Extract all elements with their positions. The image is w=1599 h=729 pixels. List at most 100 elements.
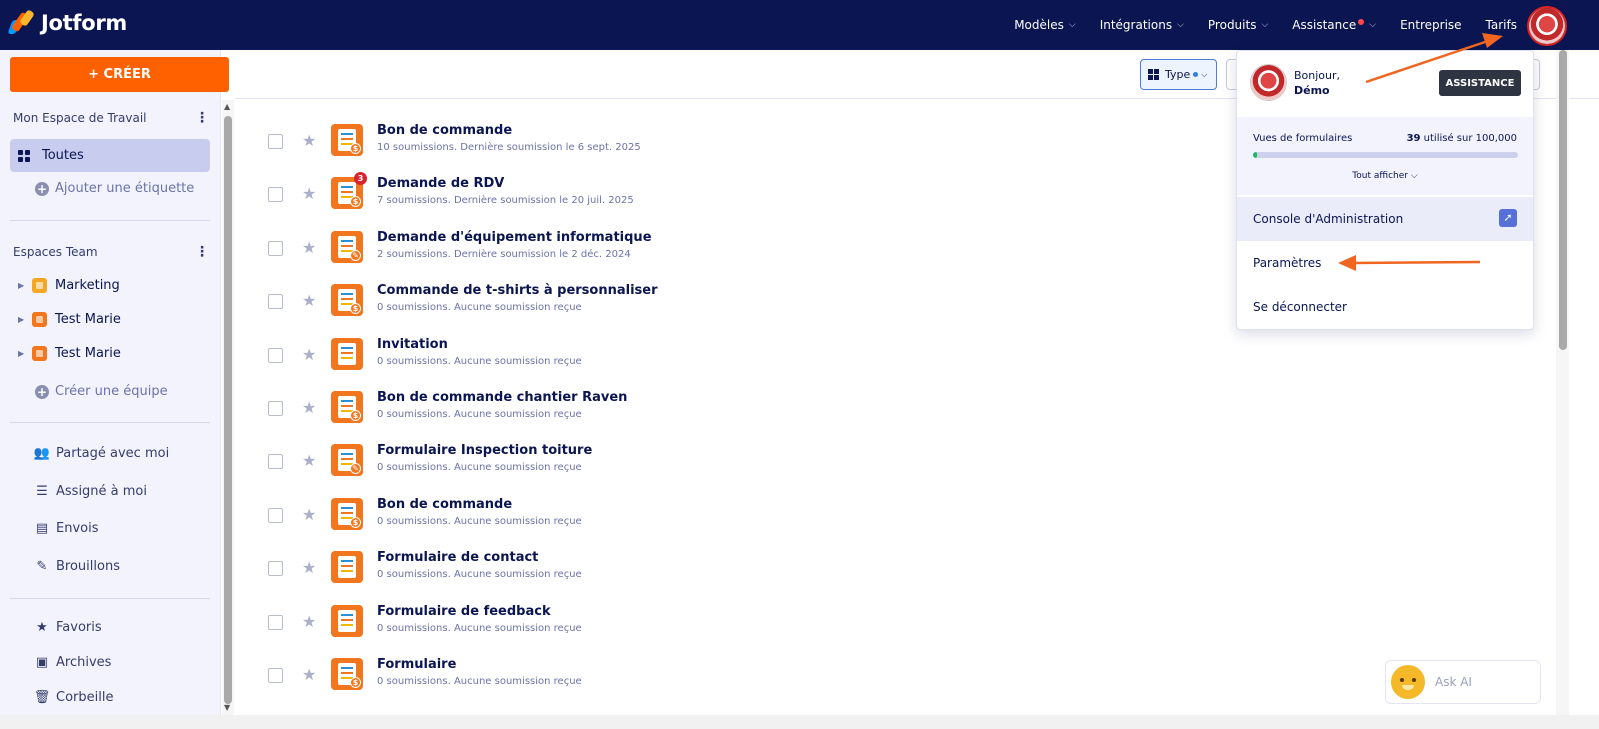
form-checkbox[interactable] [268, 454, 283, 469]
caret-right-icon[interactable]: ▶ [18, 281, 32, 290]
form-checkbox[interactable] [268, 348, 283, 363]
add-tag-label: Ajouter une étiquette [55, 181, 195, 196]
form-checkbox[interactable] [268, 615, 283, 630]
form-list-item[interactable]: ★ $ Bon de commande 10 soumissions. Dernièr… [268, 122, 1208, 162]
usage-progress-bar [1253, 152, 1518, 158]
form-list-item[interactable]: ★ $3 Demande de RDV 7 soumissions. Dernière… [268, 172, 1208, 215]
brand-name: Jotform [41, 11, 127, 35]
favorite-star-icon[interactable]: ★ [302, 238, 316, 257]
ai-assistant-avatar-icon [1391, 665, 1425, 699]
nav-item-label: Entreprise [1400, 18, 1462, 32]
caret-right-icon[interactable]: ▶ [18, 315, 32, 324]
sidebar-item-all[interactable]: Toutes [10, 139, 210, 172]
form-meta: 0 soumissions. Aucune soumission reçue [377, 569, 582, 580]
form-list-item[interactable]: ★ $ Bon de commande 0 soumissions. Aucune s… [268, 496, 1208, 536]
payment-form-icon: $ [331, 284, 363, 316]
user-avatar-button[interactable] [1527, 6, 1567, 46]
form-title[interactable]: Bon de commande [377, 497, 512, 512]
nav-item-5[interactable]: Tarifs [1486, 18, 1517, 32]
caret-right-icon[interactable]: ▶ [18, 349, 32, 358]
sidebar-link[interactable]: 👥 Partagé avec moi [34, 446, 169, 461]
type-filter-button[interactable]: Type ⌵ [1140, 59, 1217, 90]
settings-menu-item[interactable]: Paramètres [1253, 256, 1321, 270]
form-title[interactable]: Invitation [377, 337, 448, 352]
create-button[interactable]: + CRÉER [10, 57, 229, 92]
form-list-item[interactable]: ★ $ Formulaire 0 soumissions. Aucune soumis… [268, 656, 1208, 696]
nav-item-4[interactable]: Entreprise [1400, 18, 1461, 32]
ask-ai-button[interactable]: Ask AI [1385, 660, 1541, 704]
workspace-more-icon[interactable]: ⋮ [195, 110, 209, 126]
scroll-down-icon[interactable]: ▼ [224, 703, 230, 712]
main-scroll-thumb[interactable] [1559, 50, 1567, 350]
team-label: Test Marie [55, 312, 121, 327]
form-checkbox[interactable] [268, 668, 283, 683]
nav-item-2[interactable]: Produits ⌵ [1208, 18, 1268, 32]
favorite-star-icon[interactable]: ★ [302, 291, 316, 310]
form-title[interactable]: Formulaire de feedback [377, 604, 551, 619]
archive-icon: ▣ [35, 655, 49, 670]
jotform-logo[interactable]: Jotform [7, 9, 127, 36]
form-checkbox[interactable] [268, 241, 283, 256]
favorite-star-icon[interactable]: ★ [302, 558, 316, 577]
form-list-item[interactable]: ★ $ Bon de commande chantier Raven 0 soumis… [268, 389, 1208, 429]
dollar-badge-icon: $ [350, 410, 361, 421]
form-checkbox[interactable] [268, 294, 283, 309]
favorite-star-icon[interactable]: ★ [302, 131, 316, 150]
nav-item-3[interactable]: Assistance ⌵ [1292, 18, 1376, 32]
form-list-item[interactable]: ★ Formulaire de contact 0 soumissions. Auc… [268, 549, 1208, 589]
sidebar-team-item[interactable]: ▶ Test Marie [18, 346, 121, 361]
sidebar-divider [10, 598, 210, 599]
sidebar-link[interactable]: ✎ Brouillons [35, 559, 120, 574]
form-list-item[interactable]: ★ ✎ Formulaire Inspection toiture 0 soumiss… [268, 442, 1208, 482]
sidebar-link[interactable]: ▣ Archives [35, 655, 112, 670]
favorite-star-icon[interactable]: ★ [302, 451, 316, 470]
form-checkbox[interactable] [268, 187, 283, 202]
favorite-star-icon[interactable]: ★ [302, 398, 316, 417]
teams-more-icon[interactable]: ⋮ [195, 244, 209, 260]
favorite-star-icon[interactable]: ★ [302, 345, 316, 364]
form-title[interactable]: Formulaire de contact [377, 550, 538, 565]
form-checkbox[interactable] [268, 401, 283, 416]
form-list-item[interactable]: ★ Formulaire de feedback 0 soumissions. Au… [268, 603, 1208, 643]
logout-menu-item[interactable]: Se déconnecter [1253, 300, 1347, 314]
show-all-link[interactable]: Tout afficher ⌵ [1237, 171, 1533, 181]
form-title[interactable]: Demande de RDV [377, 176, 504, 191]
form-title[interactable]: Formulaire Inspection toiture [377, 443, 592, 458]
nav-item-1[interactable]: Intégrations ⌵ [1100, 18, 1184, 32]
form-title[interactable]: Bon de commande [377, 123, 512, 138]
sidebar-link[interactable]: ☰ Assigné à moi [35, 484, 147, 499]
form-list-item[interactable]: ★ Invitation 0 soumissions. Aucune soumiss… [268, 336, 1208, 376]
usage-progress-fill [1253, 152, 1257, 158]
form-list-item[interactable]: ★ $ Commande de t-shirts à personnaliser 0 … [268, 282, 1208, 322]
add-tag-button[interactable]: + Ajouter une étiquette [35, 181, 194, 196]
usage-used: 39 [1406, 133, 1421, 144]
sidebar-link[interactable]: 🗑 Corbeille [34, 690, 114, 705]
main-scrollbar[interactable] [1556, 50, 1569, 715]
sidebar-link[interactable]: ▤ Envois [35, 521, 99, 536]
form-checkbox[interactable] [268, 134, 283, 149]
form-icon [331, 338, 363, 370]
sidebar-scroll-thumb[interactable] [224, 116, 232, 704]
type-filter-label: Type [1165, 68, 1191, 81]
form-title[interactable]: Commande de t-shirts à personnaliser [377, 283, 658, 298]
form-list-item[interactable]: ★ ✎ Demande d'équipement informatique 2 sou… [268, 229, 1208, 269]
favorite-star-icon[interactable]: ★ [302, 184, 316, 203]
favorite-star-icon[interactable]: ★ [302, 505, 316, 524]
assistance-button[interactable]: ASSISTANCE [1439, 70, 1521, 96]
sidebar-team-item[interactable]: ▶ Marketing [18, 278, 120, 293]
form-title[interactable]: Bon de commande chantier Raven [377, 390, 627, 405]
sidebar-team-item[interactable]: ▶ Test Marie [18, 312, 121, 327]
form-checkbox[interactable] [268, 561, 283, 576]
admin-console-item[interactable]: Console d'Administration ➚ [1237, 197, 1533, 241]
sidebar-scrollbar[interactable]: ▲ ▼ [222, 100, 234, 715]
favorite-star-icon[interactable]: ★ [302, 612, 316, 631]
scroll-up-icon[interactable]: ▲ [224, 102, 230, 111]
form-meta: 0 soumissions. Aucune soumission reçue [377, 302, 582, 313]
form-checkbox[interactable] [268, 508, 283, 523]
nav-item-0[interactable]: Modèles ⌵ [1014, 18, 1076, 32]
favorite-star-icon[interactable]: ★ [302, 665, 316, 684]
form-title[interactable]: Formulaire [377, 657, 456, 672]
form-title[interactable]: Demande d'équipement informatique [377, 230, 652, 245]
create-team-button[interactable]: + Créer une équipe [35, 384, 168, 399]
sidebar-link[interactable]: ★ Favoris [35, 620, 101, 635]
